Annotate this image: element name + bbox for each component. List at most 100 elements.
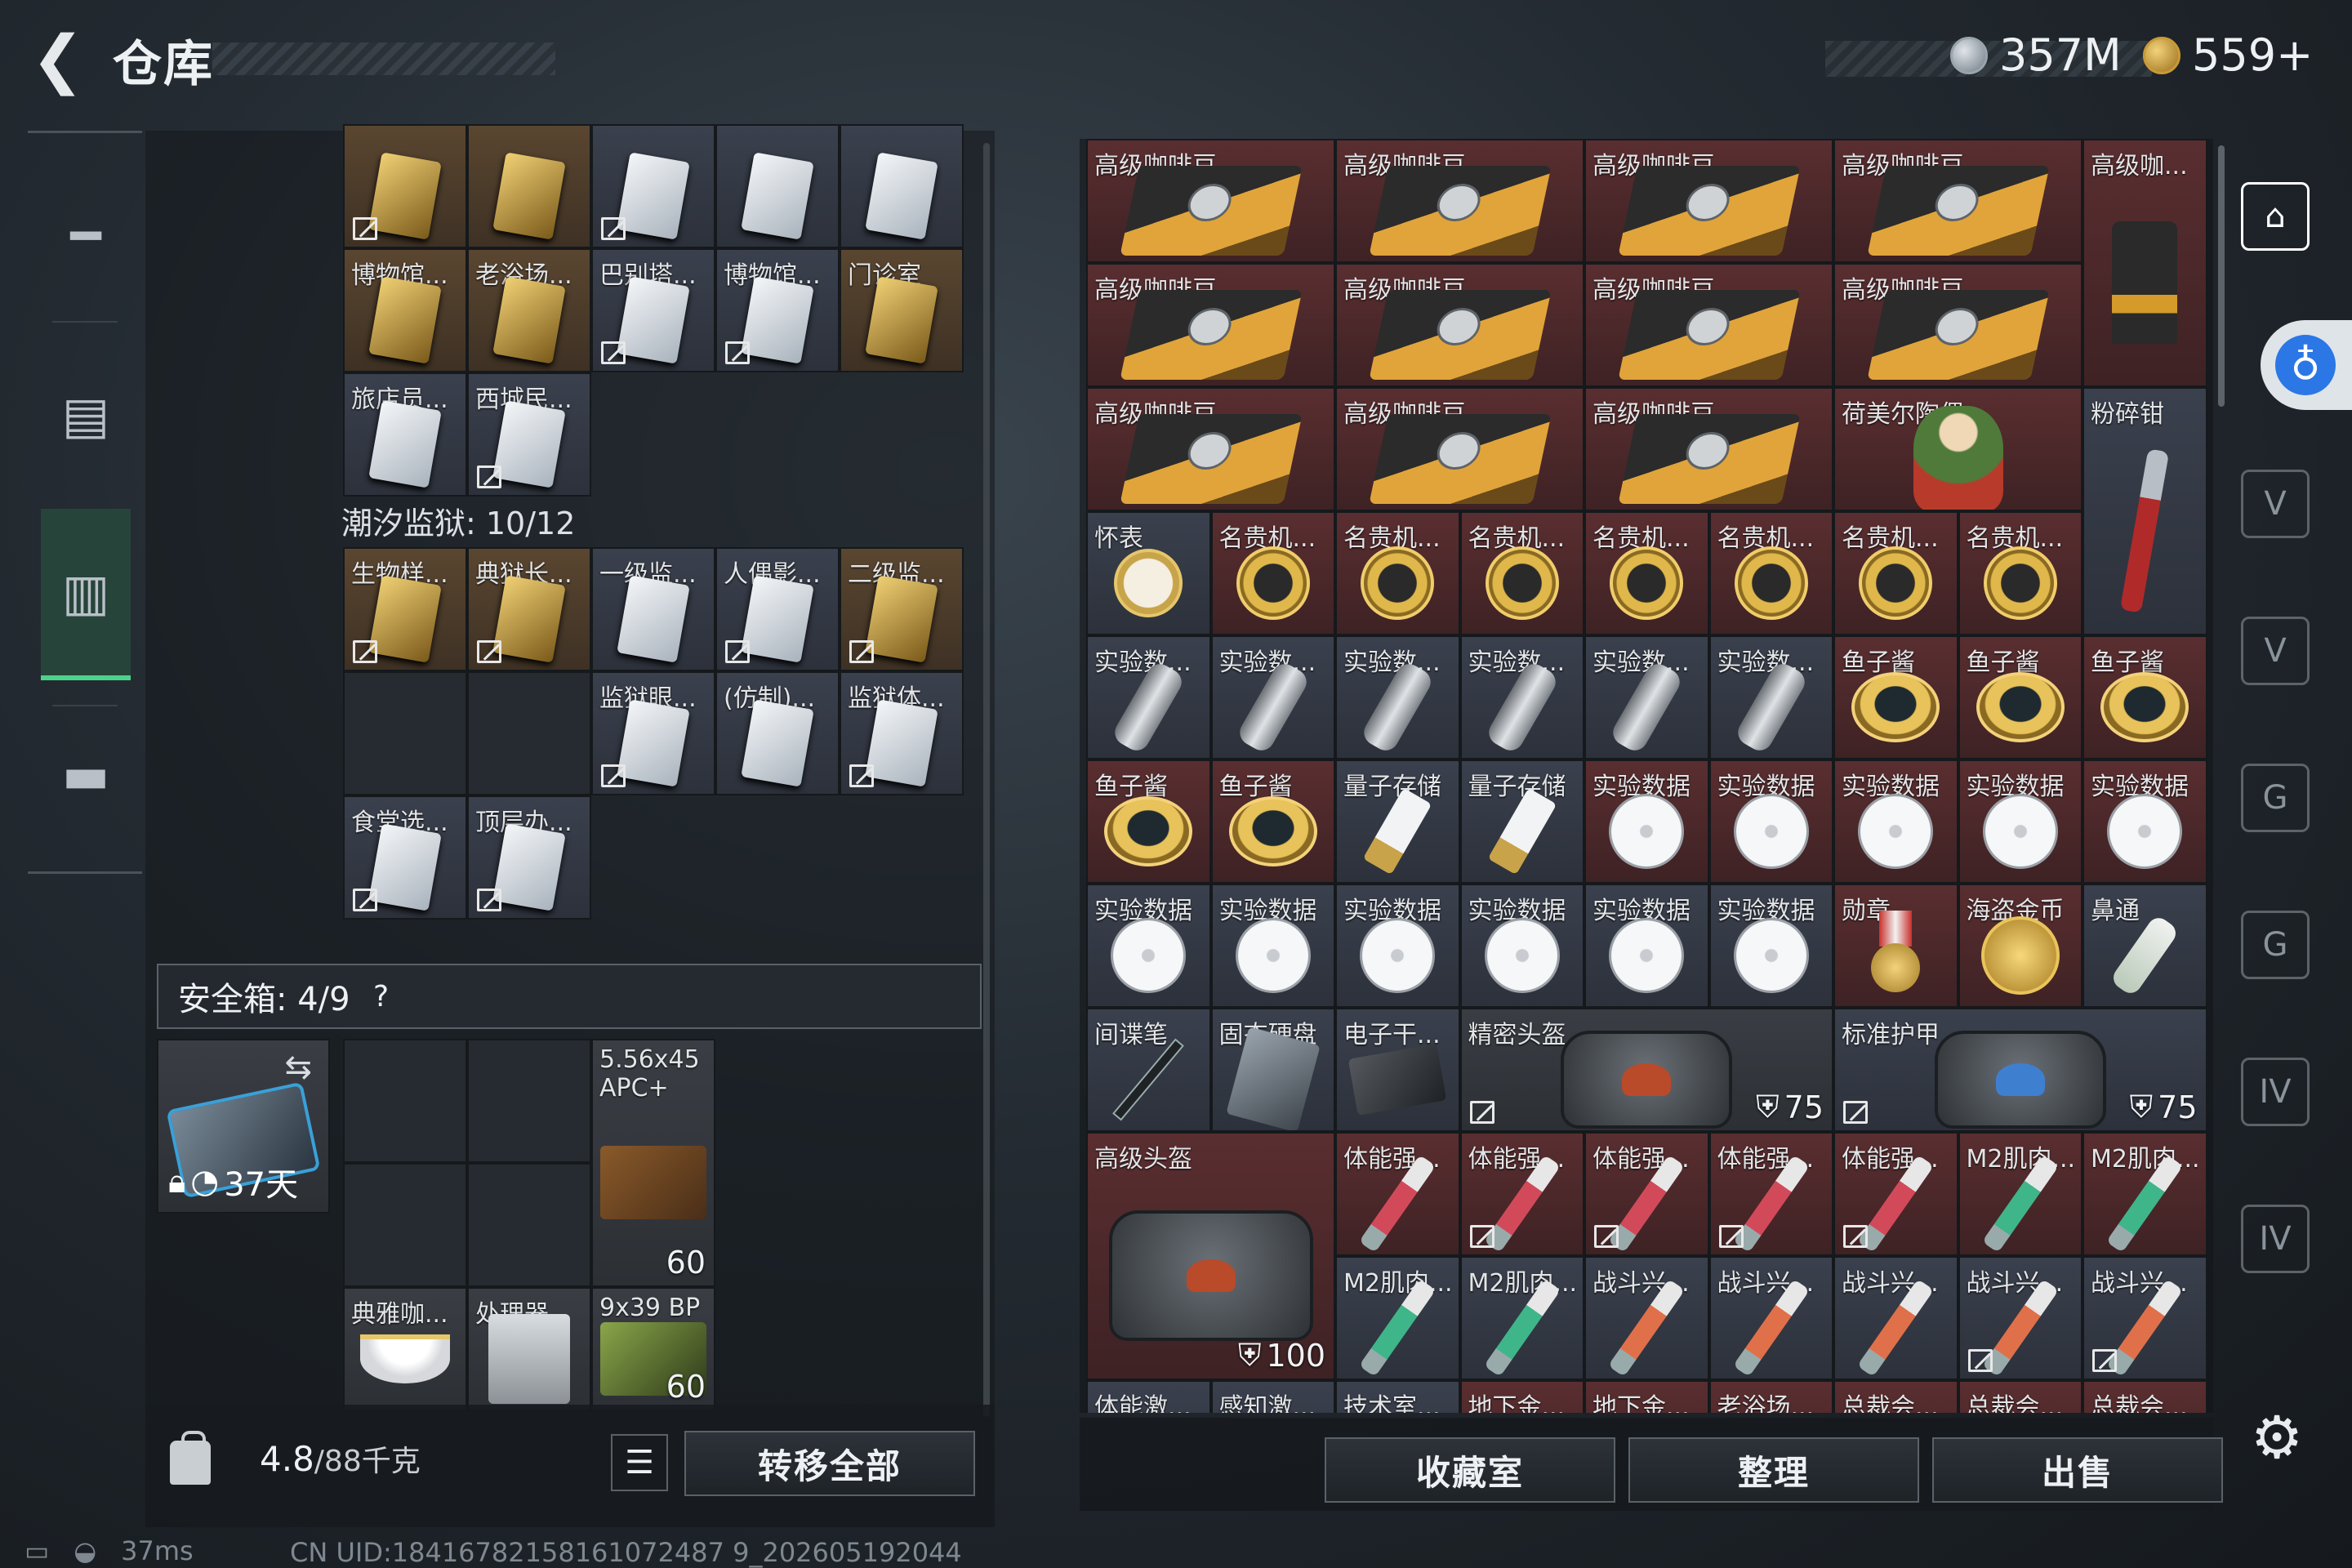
warehouse-item[interactable]: 高级头盔 ⛨ 100 xyxy=(1086,1132,1335,1380)
warehouse-item[interactable]: 鱼子酱 xyxy=(1210,760,1335,884)
gear-icon[interactable]: ⚙ xyxy=(2244,1403,2310,1472)
warehouse-item[interactable]: 精密头盔 ⛨ 75 xyxy=(1459,1008,1833,1132)
key-card-item[interactable]: 生物样... xyxy=(343,547,467,671)
warehouse-item[interactable]: 高级咖啡豆 xyxy=(1584,263,1833,387)
safe-item[interactable]: 9x39 BP 60 xyxy=(591,1287,715,1411)
warehouse-item[interactable]: 实验数据 xyxy=(1335,884,1460,1008)
warehouse-item[interactable]: 高级咖啡豆 xyxy=(1335,263,1584,387)
safe-item[interactable]: 处理器 xyxy=(467,1287,591,1411)
safe-case[interactable]: ⇆ 🔒︎ ◔ 37天 xyxy=(157,1039,330,1214)
key-card-item[interactable] xyxy=(343,124,467,248)
warehouse-item[interactable]: 实验数... xyxy=(1210,635,1335,760)
warehouse-item[interactable]: 量子存储 xyxy=(1459,760,1584,884)
page-gti2-icon[interactable]: G xyxy=(2241,911,2310,979)
page-v-icon[interactable]: V xyxy=(2241,470,2310,538)
page-iv2-icon[interactable]: IV xyxy=(2241,1205,2310,1273)
warehouse-item[interactable]: 高级咖啡豆 xyxy=(1584,139,1833,263)
key-card-item[interactable]: (仿制)... xyxy=(715,671,840,795)
warehouse-item[interactable]: 高级咖啡豆 xyxy=(1833,263,2082,387)
warehouse-item[interactable]: 实验数... xyxy=(1708,635,1833,760)
warehouse-item[interactable]: 电子干... xyxy=(1335,1008,1460,1132)
warehouse-item[interactable]: 高级咖啡豆 xyxy=(1086,263,1335,387)
key-card-item[interactable]: 食堂选... xyxy=(343,795,467,920)
safe-item[interactable]: 典雅咖... xyxy=(343,1287,467,1411)
sell-button[interactable]: 出售 xyxy=(1932,1437,2223,1503)
swap-icon[interactable]: ⇆ xyxy=(284,1049,312,1086)
warehouse-item[interactable]: 体能强... xyxy=(1335,1132,1460,1256)
warehouse-item[interactable]: 荷美尔陶偶 xyxy=(1833,387,2082,511)
warehouse-item[interactable]: 高级咖啡豆 xyxy=(1086,387,1335,511)
warehouse-item[interactable]: 高级咖啡豆 xyxy=(1086,139,1335,263)
warehouse-item[interactable]: 名贵机... xyxy=(1584,511,1709,635)
warehouse-item[interactable]: 体能强... xyxy=(1584,1132,1709,1256)
key-card-item[interactable]: 一级监... xyxy=(591,547,715,671)
warehouse-item[interactable]: 实验数... xyxy=(1335,635,1460,760)
key-card-item[interactable]: 典狱长... xyxy=(467,547,591,671)
warehouse-item[interactable]: 名贵机... xyxy=(1335,511,1460,635)
key-card-item[interactable]: 监狱体... xyxy=(840,671,964,795)
warehouse-item[interactable]: 高级咖啡豆 xyxy=(1584,387,1833,511)
key-card-item[interactable] xyxy=(467,124,591,248)
key-card-item[interactable] xyxy=(715,124,840,248)
warehouse-item[interactable]: 战斗兴... xyxy=(1708,1256,1833,1380)
warehouse-item[interactable]: 战斗兴... xyxy=(1833,1256,1958,1380)
warehouse-item[interactable]: 总裁会... xyxy=(1833,1380,1958,1413)
warehouse-item[interactable]: 实验数... xyxy=(1459,635,1584,760)
warehouse-item[interactable]: 体能激... xyxy=(1086,1380,1211,1413)
warehouse-item[interactable]: 高级咖啡豆 xyxy=(1335,139,1584,263)
key-card-item[interactable]: 博物馆... xyxy=(715,248,840,372)
warehouse-item[interactable]: 名贵机... xyxy=(1459,511,1584,635)
right-scrollbar[interactable] xyxy=(2218,145,2225,407)
warehouse-item[interactable]: 量子存储 xyxy=(1335,760,1460,884)
warehouse-item[interactable]: 勋章 xyxy=(1833,884,1958,1008)
key-card-item[interactable]: 旅店员... xyxy=(343,372,467,497)
accessibility-button[interactable]: ♁ xyxy=(2261,320,2352,410)
warehouse-item[interactable]: 实验数... xyxy=(1086,635,1211,760)
currency-gold[interactable]: 559+ xyxy=(2143,29,2313,81)
key-card-item[interactable]: 人偶影... xyxy=(715,547,840,671)
warehouse-item[interactable]: 体能强... xyxy=(1833,1132,1958,1256)
warehouse-item[interactable]: 名贵机... xyxy=(1210,511,1335,635)
briefcase-nav-icon[interactable]: ▬ xyxy=(41,729,131,819)
warehouse-item[interactable]: 实验数据 xyxy=(1708,884,1833,1008)
warehouse-item[interactable]: 海盗金币 xyxy=(1958,884,2082,1008)
warehouse-nav-icon[interactable]: ▥ xyxy=(41,509,131,680)
warehouse-item[interactable]: 标准护甲 ⛨ 75 xyxy=(1833,1008,2207,1132)
empty-slot[interactable] xyxy=(343,1039,467,1163)
warehouse-home-icon[interactable]: ⌂ xyxy=(2241,182,2310,251)
warehouse-item[interactable]: 战斗兴... xyxy=(2082,1256,2207,1380)
warehouse-item[interactable]: 鼻通 xyxy=(2082,884,2207,1008)
warehouse-item[interactable]: 固态硬盘 xyxy=(1210,1008,1335,1132)
warehouse-item[interactable]: 鱼子酱 xyxy=(1833,635,1958,760)
warehouse-item[interactable]: 总裁会... xyxy=(1958,1380,2082,1413)
warehouse-item[interactable]: 感知激... xyxy=(1210,1380,1335,1413)
key-card-item[interactable]: 西城民... xyxy=(467,372,591,497)
page-iv-icon[interactable]: IV xyxy=(2241,1058,2310,1126)
warehouse-item[interactable]: 技术室... xyxy=(1335,1380,1460,1413)
empty-slot[interactable] xyxy=(467,671,591,795)
transfer-all-button[interactable]: 转移全部 xyxy=(684,1431,975,1496)
warehouse-item[interactable]: 体能强... xyxy=(1708,1132,1833,1256)
warehouse-item[interactable]: 高级咖啡豆 xyxy=(1833,139,2082,263)
key-card-item[interactable]: 顶层办... xyxy=(467,795,591,920)
warehouse-item[interactable]: 鱼子酱 xyxy=(1086,760,1211,884)
page-v2-icon[interactable]: V xyxy=(2241,617,2310,685)
warehouse-item[interactable]: 实验数据 xyxy=(1459,884,1584,1008)
key-card-item[interactable]: 老浴场... xyxy=(467,248,591,372)
warehouse-item[interactable]: 鱼子酱 xyxy=(1958,635,2082,760)
warehouse-item[interactable]: 实验数据 xyxy=(1086,884,1211,1008)
empty-slot[interactable] xyxy=(343,1163,467,1287)
key-card-item[interactable]: 巴别塔... xyxy=(591,248,715,372)
warehouse-item[interactable]: 怀表 xyxy=(1086,511,1211,635)
warehouse-item[interactable]: 战斗兴... xyxy=(1958,1256,2082,1380)
warehouse-item[interactable]: 实验数据 xyxy=(1958,760,2082,884)
warehouse-item[interactable]: M2肌肉... xyxy=(1459,1256,1584,1380)
warehouse-item[interactable]: 粉碎钳 xyxy=(2082,387,2207,635)
currency-silver[interactable]: 357M xyxy=(1950,29,2122,81)
warehouse-item[interactable]: 实验数据 xyxy=(1708,760,1833,884)
sort-button[interactable]: 整理 xyxy=(1628,1437,1919,1503)
empty-slot[interactable] xyxy=(467,1163,591,1287)
warehouse-item[interactable]: 体能强... xyxy=(1459,1132,1584,1256)
safe-item[interactable]: 5.56x45 APC+ 60 xyxy=(591,1039,715,1287)
warehouse-item[interactable]: 实验数据 xyxy=(2082,760,2207,884)
